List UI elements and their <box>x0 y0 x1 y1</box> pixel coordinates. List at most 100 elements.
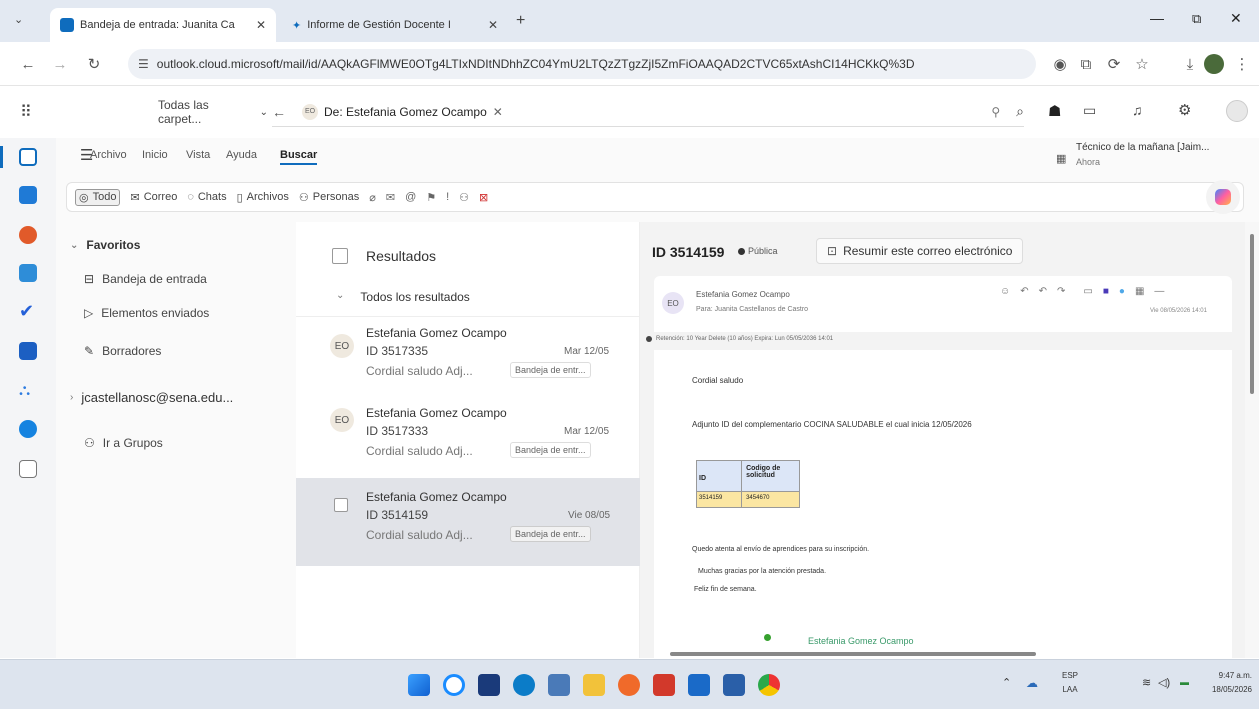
clear-filter-icon[interactable]: ⊠ <box>479 191 488 204</box>
copilot-button[interactable] <box>1206 180 1240 214</box>
search-filter-chip[interactable]: EO De: Estefania Gomez Ocampo ✕ <box>296 102 509 122</box>
folder-tag[interactable]: Bandeja de entr... <box>510 526 591 542</box>
word-icon[interactable] <box>19 342 37 360</box>
close-tab-icon[interactable]: ✕ <box>256 18 266 32</box>
go-to-groups[interactable]: ⚇ Ir a Grupos <box>84 436 163 450</box>
tray-expand-icon[interactable]: ⌃ <box>1002 676 1011 689</box>
url-field[interactable]: ☰ outlook.cloud.microsoft/mail/id/AAQkAG… <box>128 49 1036 79</box>
filter-correo[interactable]: ✉ Correo <box>130 191 177 204</box>
search-back-icon[interactable]: ← <box>272 104 286 120</box>
horizontal-scrollbar[interactable] <box>670 652 1036 656</box>
copilot-icon[interactable] <box>19 226 37 244</box>
task-view-icon[interactable] <box>478 674 500 696</box>
close-window-button[interactable]: ✕ <box>1230 10 1242 27</box>
tray-app-icon[interactable]: ☁ <box>1026 676 1038 690</box>
volume-icon[interactable]: ◁) <box>1158 676 1170 689</box>
search-icon[interactable]: ⌕ <box>1016 103 1024 120</box>
importance-icon[interactable]: ! <box>446 191 449 203</box>
select-all-checkbox[interactable] <box>332 248 348 264</box>
attachment-icon[interactable]: ⌀ <box>369 191 376 204</box>
install-app-icon[interactable]: ⧉ <box>1076 54 1096 74</box>
loop-icon[interactable]: ● <box>1119 286 1125 297</box>
firefox-icon[interactable] <box>618 674 640 696</box>
eye-icon[interactable]: ◉ <box>1050 54 1070 74</box>
battery-icon[interactable]: ▬ <box>1180 677 1189 687</box>
word-taskbar-icon[interactable] <box>723 674 745 696</box>
vertical-scrollbar[interactable] <box>1245 222 1259 658</box>
browser-menu-icon[interactable]: ⋮ <box>1232 54 1252 74</box>
org-icon[interactable]: ⛬ <box>19 382 37 400</box>
edge-icon[interactable] <box>513 674 535 696</box>
wifi-icon[interactable]: ≋ <box>1142 676 1151 689</box>
copilot-small-icon[interactable]: ■ <box>1103 286 1109 297</box>
favoritos-header[interactable]: ⌄ Favoritos <box>70 238 140 252</box>
search-box[interactable]: ← EO De: Estefania Gomez Ocampo ✕ ⚲ ⌕ <box>272 97 1024 127</box>
gear-icon[interactable]: ⚙ <box>1178 101 1191 119</box>
filter-todo[interactable]: ◎ Todo <box>75 188 121 206</box>
tab-search-icon[interactable]: ⌄ <box>14 13 23 26</box>
menu-buscar[interactable]: Buscar <box>280 149 318 165</box>
app-launcher-icon[interactable]: ⠿ <box>20 102 32 122</box>
summarize-button[interactable]: ⊡ Resumir este correo electrónico <box>816 238 1024 264</box>
onedrive-icon[interactable] <box>19 420 37 438</box>
todo-icon[interactable]: ✔ <box>19 302 37 320</box>
teams-icon[interactable]: ☗ <box>1048 102 1061 120</box>
folder-scope-dropdown[interactable]: Todas las carpet... ⌄ <box>158 98 268 126</box>
chrome-icon[interactable] <box>758 674 780 696</box>
whiteboard-icon[interactable]: ▭ <box>1083 102 1096 119</box>
more-icon[interactable]: — <box>1154 286 1164 297</box>
filter-personas[interactable]: ⚇ Personas <box>299 191 359 204</box>
reload-icon[interactable]: ↻ <box>84 54 104 74</box>
folder-tag[interactable]: Bandeja de entr... <box>510 362 591 378</box>
calendar-icon[interactable] <box>19 186 37 204</box>
folder-drafts[interactable]: ✎ Borradores <box>84 344 161 358</box>
close-icon[interactable]: ✕ <box>493 105 503 119</box>
to-me-icon[interactable]: ⚇ <box>459 191 469 204</box>
restore-button[interactable]: ⧉ <box>1192 11 1201 27</box>
folder-tag[interactable]: Bandeja de entr... <box>510 442 591 458</box>
file-explorer-icon[interactable] <box>583 674 605 696</box>
reminder-calendar-icon[interactable]: ▦ <box>1056 152 1066 165</box>
reaction-icon[interactable]: ☺ <box>1000 286 1010 297</box>
browser-tab-informe[interactable]: ✦ Informe de Gestión Docente I ✕ <box>282 8 508 42</box>
clock[interactable]: 9:47 a.m. 18/05/2026 <box>1206 669 1252 697</box>
minimize-button[interactable]: — <box>1150 10 1164 26</box>
from-name[interactable]: Estefania Gomez Ocampo <box>696 290 790 299</box>
message-checkbox[interactable] <box>334 498 348 512</box>
copilot-taskbar-icon[interactable] <box>443 674 465 696</box>
grid-icon[interactable]: ▦ <box>1135 286 1144 297</box>
results-group-header[interactable]: ⌄ Todos los resultados <box>336 290 470 304</box>
reply-all-icon[interactable]: ↶ <box>1039 286 1047 297</box>
filter-icon[interactable]: ⚲ <box>991 105 1000 119</box>
forward-icon[interactable]: ↷ <box>1057 286 1065 297</box>
widgets-icon[interactable] <box>548 674 570 696</box>
powerpoint-icon[interactable] <box>653 674 675 696</box>
new-tab-button[interactable]: + <box>516 12 525 30</box>
people-icon[interactable] <box>19 264 37 282</box>
menu-archivo[interactable]: Archivo <box>90 149 127 161</box>
unread-icon[interactable]: ✉ <box>386 191 395 204</box>
profile-avatar[interactable] <box>1204 54 1224 74</box>
folder-inbox[interactable]: ⊟ Bandeja de entrada <box>84 272 207 286</box>
folder-sent[interactable]: ▷ Elementos enviados <box>84 306 209 320</box>
site-info-icon[interactable]: ☰ <box>138 57 149 71</box>
filter-archivos[interactable]: ▯ Archivos <box>237 191 289 204</box>
download-icon[interactable]: ⤓ <box>1180 54 1200 74</box>
windows-start-icon[interactable] <box>408 674 430 696</box>
share-icon[interactable]: ⟳ <box>1104 54 1124 74</box>
flag-icon[interactable]: ⚑ <box>426 191 436 204</box>
reply-icon[interactable]: ↶ <box>1020 286 1028 297</box>
menu-ayuda[interactable]: Ayuda <box>226 149 257 161</box>
bell-icon[interactable]: ♫ <box>1132 102 1143 118</box>
outlook-taskbar-icon[interactable] <box>688 674 710 696</box>
filter-chats[interactable]: ◌ Chats <box>187 191 226 203</box>
mail-icon[interactable] <box>19 148 37 166</box>
list-item[interactable]: EO Estefania Gomez Ocampo ID 3517335 Mar… <box>296 320 640 394</box>
browser-tab-inbox[interactable]: Bandeja de entrada: Juanita Ca ✕ <box>50 8 276 42</box>
back-icon[interactable]: ← <box>18 54 38 74</box>
menu-vista[interactable]: Vista <box>186 149 210 161</box>
scrollbar-thumb[interactable] <box>1250 234 1254 394</box>
more-apps-icon[interactable] <box>19 460 37 478</box>
apps-icon[interactable]: ▭ <box>1083 286 1092 297</box>
account-node[interactable]: › jcastellanosc@sena.edu... <box>70 390 233 405</box>
